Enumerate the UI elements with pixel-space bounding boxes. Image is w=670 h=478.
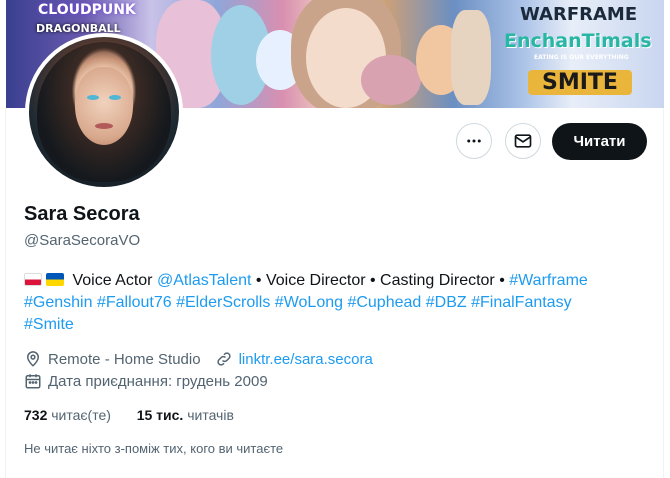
following-link[interactable]: 732 читає(те) [24, 407, 111, 423]
profile-meta-location-website: Remote - Home Studio linktr.ee/sara.seco… [24, 350, 373, 368]
bio-hashtags-line3[interactable]: #Smite [24, 316, 74, 333]
follow-button[interactable]: Читати [552, 123, 647, 160]
profile-name: Sara Secora [24, 203, 140, 225]
profile-bio: Voice Actor @AtlasTalent • Voice Directo… [24, 270, 639, 336]
column-border-left [5, 108, 6, 478]
followers-label: читачів [187, 407, 234, 423]
banner-logo-enchantimals: EnchanTimals [504, 30, 652, 52]
ukraine-flag-icon [46, 273, 64, 286]
avatar-face [75, 67, 133, 145]
bio-text-role: Voice Actor [72, 272, 153, 289]
envelope-icon [514, 134, 532, 148]
banner-logo-tagline: EATING IS OUR EVERYTHING [534, 54, 629, 61]
more-icon [467, 139, 481, 143]
bio-mention-atlastalent[interactable]: @AtlasTalent [157, 272, 252, 289]
profile-meta-joined: Дата приєднання: грудень 2009 [24, 372, 268, 390]
mutual-followers-note: Не читає ніхто з-поміж тих, кого ви чита… [24, 441, 284, 456]
avatar-lips [95, 123, 113, 129]
avatar-eye-right [109, 95, 121, 100]
calendar-icon [25, 374, 41, 389]
message-button[interactable] [505, 123, 541, 159]
bio-hashtags-line1[interactable]: #Warframe [509, 272, 588, 289]
banner-logo-smite: SMITE [528, 70, 632, 95]
following-count: 732 [24, 407, 48, 423]
followers-link[interactable]: 15 тис. читачів [137, 407, 234, 423]
banner-logo-warframe: WARFRAME [520, 4, 638, 25]
link-icon [216, 352, 231, 366]
following-label: читає(те) [51, 407, 111, 423]
profile-handle: @SaraSecoraVO [24, 232, 141, 249]
followers-count: 15 тис. [136, 407, 184, 423]
banner-logo-cloudpunk: CLOUDPUNK [38, 2, 136, 18]
profile-website-link[interactable]: linktr.ee/sara.secora [239, 351, 373, 368]
location-pin-icon [26, 351, 40, 367]
bio-text-roles: • Voice Director • Casting Director • [255, 272, 505, 289]
profile-location: Remote - Home Studio [48, 350, 201, 368]
profile-stats: 732 читає(те) 15 тис. читачів [24, 407, 234, 423]
avatar-eye-left [87, 95, 99, 100]
more-button[interactable] [456, 123, 492, 159]
poland-flag-icon [24, 273, 42, 286]
bio-hashtags-line2[interactable]: #Genshin #Fallout76 #ElderScrolls #WoLon… [24, 294, 572, 311]
profile-joined-date: Дата приєднання: грудень 2009 [48, 372, 268, 390]
profile-avatar[interactable] [25, 33, 183, 191]
